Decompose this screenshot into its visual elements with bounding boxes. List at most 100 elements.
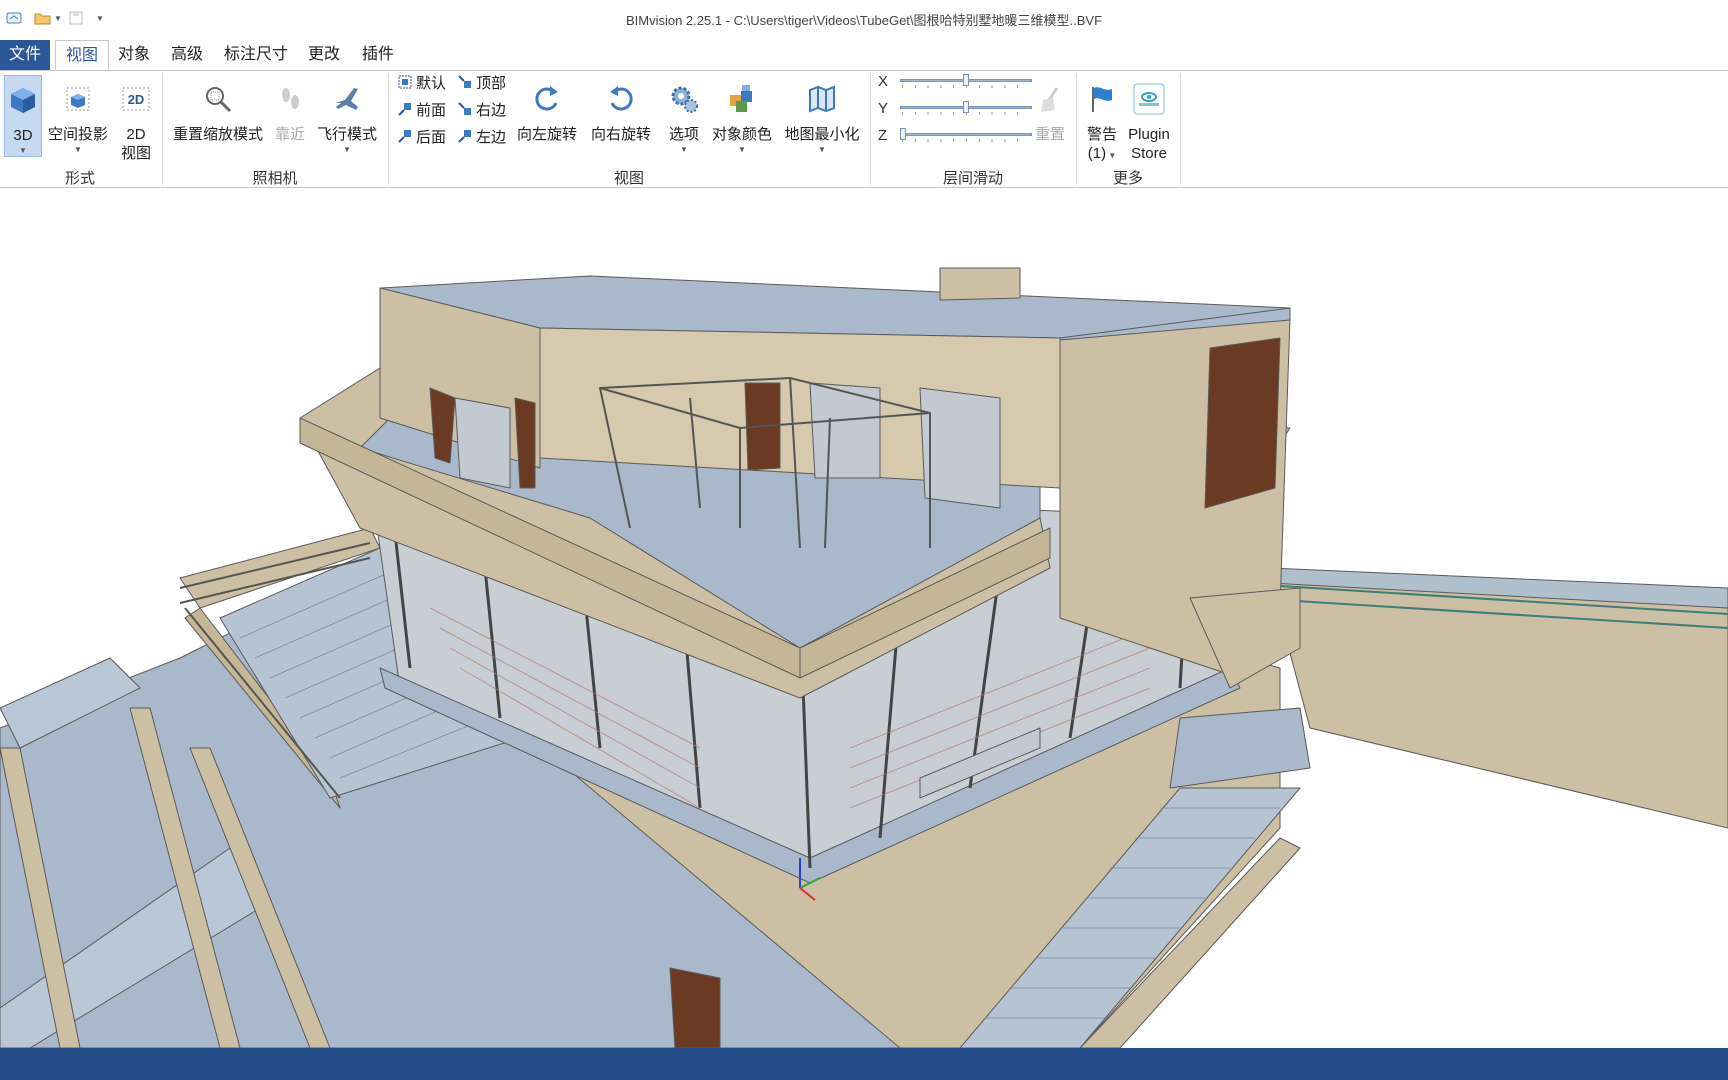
title-bar: ▼ ▼ BIMvision 2.25.1 - C:\Users\tiger\Vi… <box>0 0 1728 36</box>
rotate-right-button[interactable]: 向右旋转 <box>586 75 656 145</box>
object-color-icon <box>724 81 760 117</box>
top-view-icon <box>456 73 474 91</box>
tab-object[interactable]: 对象 <box>110 40 158 70</box>
dropdown-arrow-icon: ▼ <box>19 146 27 155</box>
group-separator <box>388 73 389 185</box>
view-back-label: 后面 <box>416 128 447 146</box>
plugin-store-button[interactable]: Plugin Store <box>1126 75 1172 163</box>
view-left-button[interactable]: 左边 <box>456 125 506 147</box>
back-view-icon <box>396 127 414 145</box>
airplane-icon <box>329 81 365 117</box>
view-front-label: 前面 <box>416 101 447 119</box>
projection-button[interactable]: 空间投影 ▼ <box>46 75 110 155</box>
rotate-left-label: 向左旋转 <box>516 126 577 143</box>
group-label-more: 更多 <box>1112 170 1143 187</box>
z-slider[interactable] <box>900 128 1032 142</box>
view-2d-button[interactable]: 2D 2D 视图 <box>116 75 156 163</box>
group-separator <box>870 73 871 185</box>
view-right-label: 右边 <box>476 101 507 119</box>
map-icon <box>804 81 840 117</box>
fly-mode-label: 飞行模式 <box>316 126 377 143</box>
view-2d-label: 2D <box>126 126 146 143</box>
axis-x-label: X <box>878 73 889 90</box>
group-label-floor-slide: 层间滑动 <box>942 170 1003 187</box>
gears-icon <box>666 81 702 117</box>
tab-plugin[interactable]: 插件 <box>354 40 402 70</box>
tab-change[interactable]: 更改 <box>300 40 348 70</box>
x-slider[interactable] <box>900 74 1032 88</box>
view-front-button[interactable]: 前面 <box>396 98 446 120</box>
window-title: BIMvision 2.25.1 - C:\Users\tiger\Videos… <box>625 13 1103 28</box>
footsteps-icon <box>272 81 308 117</box>
options-label: 选项 <box>668 126 699 143</box>
cube-3d-icon <box>5 82 41 118</box>
dropdown-arrow-icon: ▼ <box>738 145 746 154</box>
3d-viewport[interactable] <box>0 188 1728 1048</box>
object-color-button[interactable]: 对象颜色 ▼ <box>710 75 774 155</box>
2d-view-icon: 2D <box>118 81 154 117</box>
reset-slide-button[interactable]: 重置 <box>1030 75 1070 145</box>
projection-cube-icon <box>60 81 96 117</box>
plugin-label2: Store <box>1131 145 1167 162</box>
group-separator <box>1180 73 1181 185</box>
group-label-view: 视图 <box>613 170 644 187</box>
slider-thumb[interactable] <box>963 101 969 113</box>
view-3d-button[interactable]: 3D ▼ <box>4 75 42 157</box>
warning-button[interactable]: 警告 (1) ▼ <box>1082 75 1122 165</box>
view-top-label: 顶部 <box>476 74 507 92</box>
file-menu[interactable]: 文件 <box>0 40 50 70</box>
menu-bar: 文件 视图 对象 高级 标注尺寸 更改 插件 <box>0 40 1728 71</box>
dropdown-arrow-icon: ▼ <box>1106 151 1117 160</box>
object-color-label: 对象颜色 <box>711 126 772 143</box>
broom-icon <box>1032 81 1068 117</box>
group-label-camera: 照相机 <box>252 170 298 187</box>
reset-zoom-label: 重置缩放模式 <box>172 126 263 143</box>
rotate-right-label: 向右旋转 <box>590 126 651 143</box>
view-2d-label2: 视图 <box>120 145 151 162</box>
right-view-icon <box>456 100 474 118</box>
view-back-button[interactable]: 后面 <box>396 125 446 147</box>
svg-text:2D: 2D <box>128 92 145 107</box>
flag-icon <box>1084 81 1120 117</box>
rotate-right-icon <box>603 81 639 117</box>
group-separator <box>1076 73 1077 185</box>
reset-slide-label: 重置 <box>1034 126 1065 143</box>
rotate-left-icon <box>529 81 565 117</box>
left-view-icon <box>456 127 474 145</box>
front-view-icon <box>396 100 414 118</box>
warning-count: (1) <box>1087 145 1107 162</box>
y-slider[interactable] <box>900 101 1032 115</box>
reset-zoom-button[interactable]: 重置缩放模式 <box>170 75 266 145</box>
approach-button[interactable]: 靠近 <box>270 75 310 145</box>
fly-mode-button[interactable]: 飞行模式 ▼ <box>314 75 380 155</box>
status-bar <box>0 1048 1728 1080</box>
axis-z-label: Z <box>878 127 888 144</box>
group-label-form: 形式 <box>64 170 95 187</box>
group-separator <box>162 73 163 185</box>
minimize-map-button[interactable]: 地图最小化 ▼ <box>782 75 862 155</box>
dropdown-arrow-icon: ▼ <box>680 145 688 154</box>
view-top-button[interactable]: 顶部 <box>456 71 506 93</box>
options-button[interactable]: 选项 ▼ <box>662 75 706 155</box>
slider-thumb[interactable] <box>900 128 906 140</box>
ribbon: 3D ▼ 空间投影 ▼ 2D 2D 视图 形式 重置缩放模式 靠近 飞行模式 ▼… <box>0 70 1728 188</box>
warning-label: 警告 <box>1086 126 1117 143</box>
projection-label: 空间投影 <box>47 126 108 143</box>
zoom-reset-icon <box>200 81 236 117</box>
slider-thumb[interactable] <box>963 74 969 86</box>
view-default-button[interactable]: 默认 <box>396 71 446 93</box>
rotate-left-button[interactable]: 向左旋转 <box>512 75 582 145</box>
dropdown-arrow-icon: ▼ <box>343 145 351 154</box>
plugin-store-icon <box>1131 81 1167 117</box>
dropdown-arrow-icon: ▼ <box>74 145 82 154</box>
approach-label: 靠近 <box>274 126 305 143</box>
tab-dimension[interactable]: 标注尺寸 <box>218 40 294 70</box>
tab-advanced[interactable]: 高级 <box>163 40 211 70</box>
plugin-label: Plugin <box>1128 126 1170 143</box>
default-view-icon <box>396 73 414 91</box>
minimize-map-label: 地图最小化 <box>784 126 860 143</box>
building-model[interactable] <box>0 188 1728 1048</box>
view-right-button[interactable]: 右边 <box>456 98 506 120</box>
tab-view[interactable]: 视图 <box>55 40 109 71</box>
view-default-label: 默认 <box>416 74 447 92</box>
